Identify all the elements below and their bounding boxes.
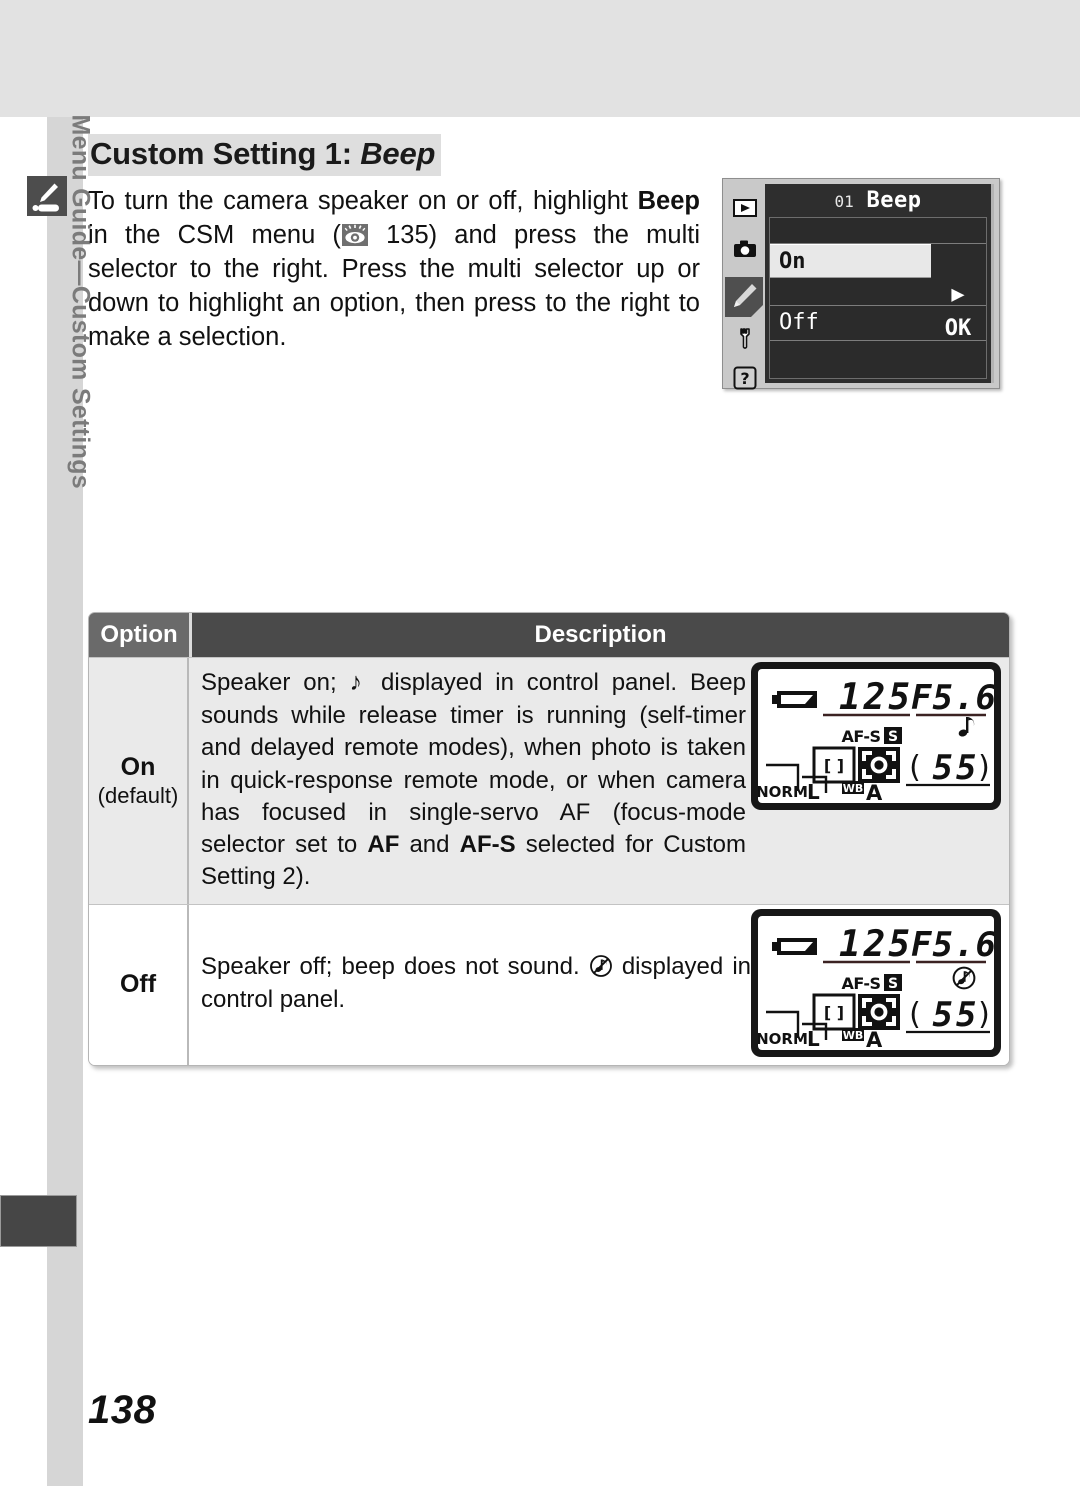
menu-ok-indicator: ▶ OK [944,282,972,341]
menu-row-blank-top [770,218,986,244]
setup-wrench-icon [732,327,758,353]
white-balance-label: WB [842,1027,864,1042]
desc-on-a: Speaker on; [201,669,350,697]
option-label-on: On [120,752,156,781]
svg-text:S: S [888,976,898,992]
description-cell-on: Speaker on; ♪ displayed in control panel… [189,658,1009,903]
svg-text:L: L [807,1027,820,1050]
menu-screen: 01 Beep On Off ▶ OK [765,184,994,383]
note-muted-icon [952,966,976,989]
intro-paragraph: To turn the camera speaker on or off, hi… [88,184,700,355]
pencil-icon [27,176,67,216]
svg-text:55: 55 [933,995,980,1035]
intro-bold-term: Beep [637,186,700,215]
recent-settings-question-icon: ? [732,365,758,391]
page-title-prefix: Custom Setting 1: [90,136,361,171]
svg-text:?: ? [740,369,749,388]
description-text-on: Speaker on; ♪ displayed in control panel… [201,666,746,893]
desc-off-a: Speaker off; beep does not sound. [201,953,589,981]
menu-title-name: Beep [866,188,922,213]
column-header-option: Option [89,613,192,658]
af-area-center-icon [858,747,900,784]
control-panel-illustration-off: 125 F5.6 AF-S S [] (55) NORM L WB A [751,908,1001,1057]
af-area-center-icon [858,993,900,1030]
menu-title: 01 Beep [765,184,991,217]
table-header-row: Option Description [89,613,1009,658]
page-title: Custom Setting 1: Beep [88,134,442,176]
battery-full-icon [772,691,817,709]
page-title-term: Beep [360,136,436,171]
svg-text:(: ( [909,750,921,785]
svg-text:): ) [978,750,990,785]
option-default-note: (default) [97,782,179,808]
release-mode-single-icon: S [884,973,902,992]
camera-menu-screenshot: ? 01 Beep On Off ▶ OK [722,178,1000,391]
table-row: On (default) Speaker on; ♪ displayed in … [89,657,1009,904]
svg-text:S: S [888,729,898,745]
desc-on-b: displayed in control panel. Beep sounds … [201,669,746,859]
music-note-icon: ♪ [349,668,369,697]
svg-text:AF-S: AF-S [842,974,881,993]
release-mode-single-icon: S [884,727,902,745]
page-top-band [0,0,1080,117]
reference-eye-icon [341,223,368,246]
svg-text:55: 55 [933,748,980,788]
svg-text:[ ]: [ ] [824,1003,844,1022]
svg-text:L: L [807,780,820,803]
desc-on-bold-afs: AF-S [459,831,516,859]
svg-text:125: 125 [839,677,913,718]
svg-text:WB: WB [843,782,864,795]
svg-text:NORM: NORM [758,1030,808,1048]
note-muted-icon [589,954,613,978]
page-content: Custom Setting 1: Beep To turn the camer… [88,134,1013,1066]
svg-text:125: 125 [839,924,913,965]
white-balance-label: WB [842,781,864,795]
description-cell-off: Speaker off; beep does not sound. displa… [189,905,1009,1065]
intro-part2: in the CSM menu ( [88,220,341,249]
svg-text:(: ( [909,997,921,1032]
control-panel-lcd-off: 125 F5.6 AF-S S [] (55) NORM L WB A [758,915,994,1050]
desc-on-bold-af: AF [367,831,400,859]
playback-icon [732,195,758,221]
svg-text:[ ]: [ ] [824,756,844,775]
battery-full-icon [772,937,817,955]
page-number: 138 [88,1388,157,1432]
svg-text:F5.6: F5.6 [911,925,994,965]
svg-text:A: A [866,781,883,803]
control-panel-lcd-on: 125 F5.6 AF-S S [] (55) NORM L WB A [758,669,994,804]
svg-text:NORM: NORM [758,783,808,801]
menu-item-on[interactable]: On [770,244,931,278]
option-cell-on: On (default) [89,658,189,904]
svg-text:AF-S: AF-S [842,727,881,746]
column-header-description: Description [192,613,1009,658]
option-cell-off: Off [89,904,189,1065]
intro-part1: To turn the camera speaker on or off, hi… [88,186,638,215]
custom-settings-pencil-icon [725,275,769,321]
desc-on-c: and [399,831,460,859]
table-row: Off Speaker off; beep does not sound. di… [89,903,1009,1065]
svg-text:F5.6: F5.6 [911,678,994,718]
menu-title-number: 01 [834,192,854,211]
svg-text:A: A [866,1028,883,1050]
menu-icon-column: ? [723,179,765,391]
svg-text:WB: WB [843,1029,864,1042]
shooting-menu-camera-icon [732,236,758,262]
music-note-icon [958,717,975,737]
description-text-off: Speaker off; beep does not sound. displa… [201,951,751,1016]
options-table: Option Description On (default) Speaker … [88,612,1010,1066]
control-panel-illustration-on: 125 F5.6 AF-S S [] (55) NORM L WB A [751,662,1001,811]
svg-text:): ) [978,997,990,1032]
menu-option-list: On Off ▶ OK [769,217,987,379]
thumb-index-tab [0,1195,77,1247]
option-label-off: Off [119,970,157,999]
